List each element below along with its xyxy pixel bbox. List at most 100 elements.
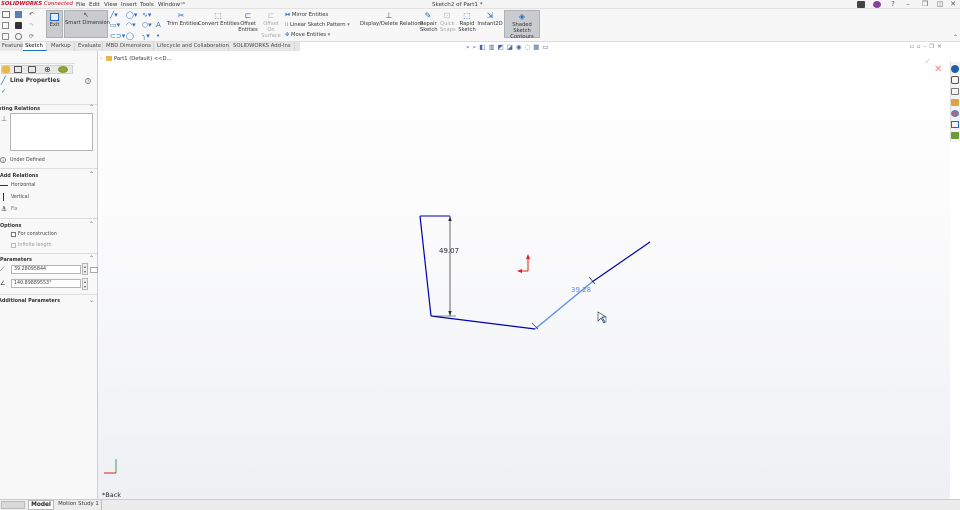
length-unit-dropdown[interactable] <box>90 267 98 273</box>
repair-sketch-button[interactable]: ✎ Repair Sketch <box>420 12 437 34</box>
ok-check-icon[interactable]: ✓ <box>1 88 6 95</box>
existing-relations-list[interactable] <box>10 113 93 151</box>
configuration-manager-icon[interactable] <box>28 66 36 73</box>
linear-sketch-pattern-button[interactable]: ⁞⁞ Linear Sketch Pattern ▾ <box>285 22 350 28</box>
close-icon[interactable]: ✕ <box>946 0 960 8</box>
offset-entities-button[interactable]: ⊏ Offset Entities <box>238 12 258 34</box>
rebuild-icon[interactable]: ⟳ <box>29 33 34 40</box>
tab-evaluate[interactable]: Evaluate <box>76 42 103 51</box>
circle-tool-icon[interactable]: ◯▾ <box>126 11 137 19</box>
menu-window[interactable]: Window <box>158 2 180 8</box>
display-manager-icon[interactable] <box>58 66 68 73</box>
menu-view[interactable]: View <box>104 2 117 8</box>
tab-model[interactable]: Model <box>28 500 54 510</box>
polygon-tool-icon[interactable]: ⬡▾ <box>142 21 152 29</box>
sketch-canvas[interactable] <box>98 51 950 500</box>
vertical-dimension[interactable] <box>431 216 456 317</box>
tile-icon[interactable]: ◫ <box>933 0 947 8</box>
save-icon[interactable] <box>15 11 22 18</box>
move-entities-button[interactable]: ✥ Move Entities ▾ <box>285 32 330 38</box>
pin-icon[interactable]: ⊸ <box>180 0 185 7</box>
point-tool-icon[interactable]: • <box>156 32 160 40</box>
menu-insert[interactable]: Insert <box>121 2 137 8</box>
new-document-icon[interactable] <box>2 22 9 29</box>
menu-edit[interactable]: Edit <box>89 2 100 8</box>
slot-tool-icon[interactable]: ⊂⊃▾ <box>110 32 125 40</box>
additional-expand-icon[interactable]: ⌄ <box>89 297 94 304</box>
offset-on-surface-button[interactable]: ⊏ Offset On Surface <box>259 12 283 40</box>
smart-dimension-button[interactable]: ↖ Smart Dimension <box>64 10 110 38</box>
upper-right-line[interactable] <box>591 241 651 283</box>
options-gear-icon[interactable] <box>15 33 22 40</box>
relation-horizontal[interactable]: Horizontal <box>11 183 36 188</box>
view-palette-icon[interactable] <box>951 99 959 106</box>
line-length-dimension[interactable]: 39.28 <box>571 286 591 294</box>
display-style-icon[interactable]: ◪ <box>507 43 516 51</box>
solidworks-resources-icon[interactable] <box>951 65 959 73</box>
angle-spinner[interactable]: ▴ ▾ <box>82 278 88 290</box>
mirror-entities-button[interactable]: ⧓ Mirror Entities <box>285 12 328 18</box>
undo-icon[interactable]: ↶ <box>29 11 34 18</box>
line-tool-icon[interactable]: ╱▾ <box>110 11 118 19</box>
tab-mbd-dimensions[interactable]: MBD Dimensions <box>104 42 154 51</box>
view-orientation-icon[interactable]: ◩ <box>498 43 507 51</box>
user-avatar[interactable] <box>873 1 881 8</box>
length-input[interactable]: 39.28095844 <box>11 265 81 274</box>
fillet-tool-icon[interactable]: ╮▾ <box>142 32 150 40</box>
length-spinner[interactable]: ▴ ▾ <box>82 263 88 275</box>
zoom-to-fit-icon[interactable]: ⌕ <box>466 43 473 51</box>
expand-arrow-icon[interactable]: › <box>52 1 61 8</box>
instant2d-button[interactable]: ⇲ Instant2D <box>477 12 503 28</box>
rectangle-tool-icon[interactable]: ▭▾ <box>110 21 120 29</box>
parameters-collapse-icon[interactable]: ⌃ <box>89 255 94 262</box>
open-icon[interactable] <box>2 33 9 40</box>
rapid-sketch-button[interactable]: ⬚ Rapid Sketch <box>458 12 476 34</box>
help-circle-icon[interactable]: ? <box>85 78 91 84</box>
vertical-dimension-value[interactable]: 49.07 <box>439 247 459 255</box>
text-tool-icon[interactable]: A <box>156 21 161 29</box>
tab-sketch[interactable]: Sketch <box>23 42 47 51</box>
section-view-icon[interactable]: ▥ <box>488 43 497 51</box>
shaded-sketch-contours-button[interactable]: ◈ Shaded Sketch Contours <box>504 10 540 40</box>
viewport-close-icon[interactable]: ✕ <box>937 44 945 50</box>
collapse-ribbon-icon[interactable]: ⌃ <box>953 34 958 41</box>
display-delete-relations-button[interactable]: ⊥ Display/Delete Relations <box>360 12 423 28</box>
dimxpert-icon[interactable]: ⊕ <box>44 65 51 74</box>
bottom-line[interactable] <box>430 315 536 330</box>
tab-features[interactable]: Features <box>0 42 25 51</box>
restore-icon[interactable]: ❐ <box>918 0 932 8</box>
trim-entities-button[interactable]: ✂ Trim Entities <box>167 12 199 28</box>
relation-fix[interactable]: Fix <box>11 207 18 212</box>
convert-entities-button[interactable]: ⬚ Convert Entities <box>198 12 240 28</box>
viewport-tile-icon[interactable]: ▫ <box>910 44 917 50</box>
left-line[interactable] <box>419 215 432 317</box>
graphics-area[interactable]: › Part1 (Default) <<D... ✓ ✕ 49.07 39.28… <box>98 51 950 500</box>
redo-icon[interactable]: ↷ <box>29 22 34 29</box>
add-relations-collapse-icon[interactable]: ⌃ <box>89 171 94 178</box>
tab-markup[interactable]: Markup <box>49 42 75 51</box>
angle-input[interactable]: 140.89889553° <box>11 279 81 288</box>
arc-tool-icon[interactable]: ◠▾ <box>126 21 136 29</box>
print-icon[interactable] <box>15 22 22 29</box>
hide-show-icon[interactable]: ◉ <box>516 43 525 51</box>
menu-tools[interactable]: Tools <box>140 2 154 8</box>
solidworks-forum-icon[interactable] <box>951 132 959 139</box>
help-icon[interactable]: ? <box>886 0 900 8</box>
menu-file[interactable]: File <box>76 2 85 8</box>
search-commands-icon[interactable] <box>857 1 865 8</box>
options-collapse-icon[interactable]: ⌃ <box>89 221 94 228</box>
feature-manager-icon[interactable] <box>2 66 10 73</box>
exit-sketch-button[interactable]: Exit <box>46 10 63 38</box>
design-library-icon[interactable] <box>951 76 959 84</box>
spline-tool-icon[interactable]: ∿▾ <box>142 11 151 19</box>
property-manager-icon[interactable] <box>14 66 22 73</box>
tab-lifecycle[interactable]: Lifecycle and Collaboration <box>155 42 229 51</box>
view-settings-icon[interactable]: ▭ <box>542 43 551 51</box>
appearance-icon[interactable]: ◌ <box>525 43 534 51</box>
appearances-icon[interactable] <box>951 110 959 117</box>
sketch-lines[interactable] <box>419 215 651 330</box>
quick-snaps-button[interactable]: ⊡ Quick Snaps <box>440 12 456 34</box>
tab-scroll-arrows-icon[interactable] <box>1 501 25 509</box>
home-icon[interactable] <box>2 11 10 18</box>
minimize-icon[interactable]: – <box>901 0 915 8</box>
